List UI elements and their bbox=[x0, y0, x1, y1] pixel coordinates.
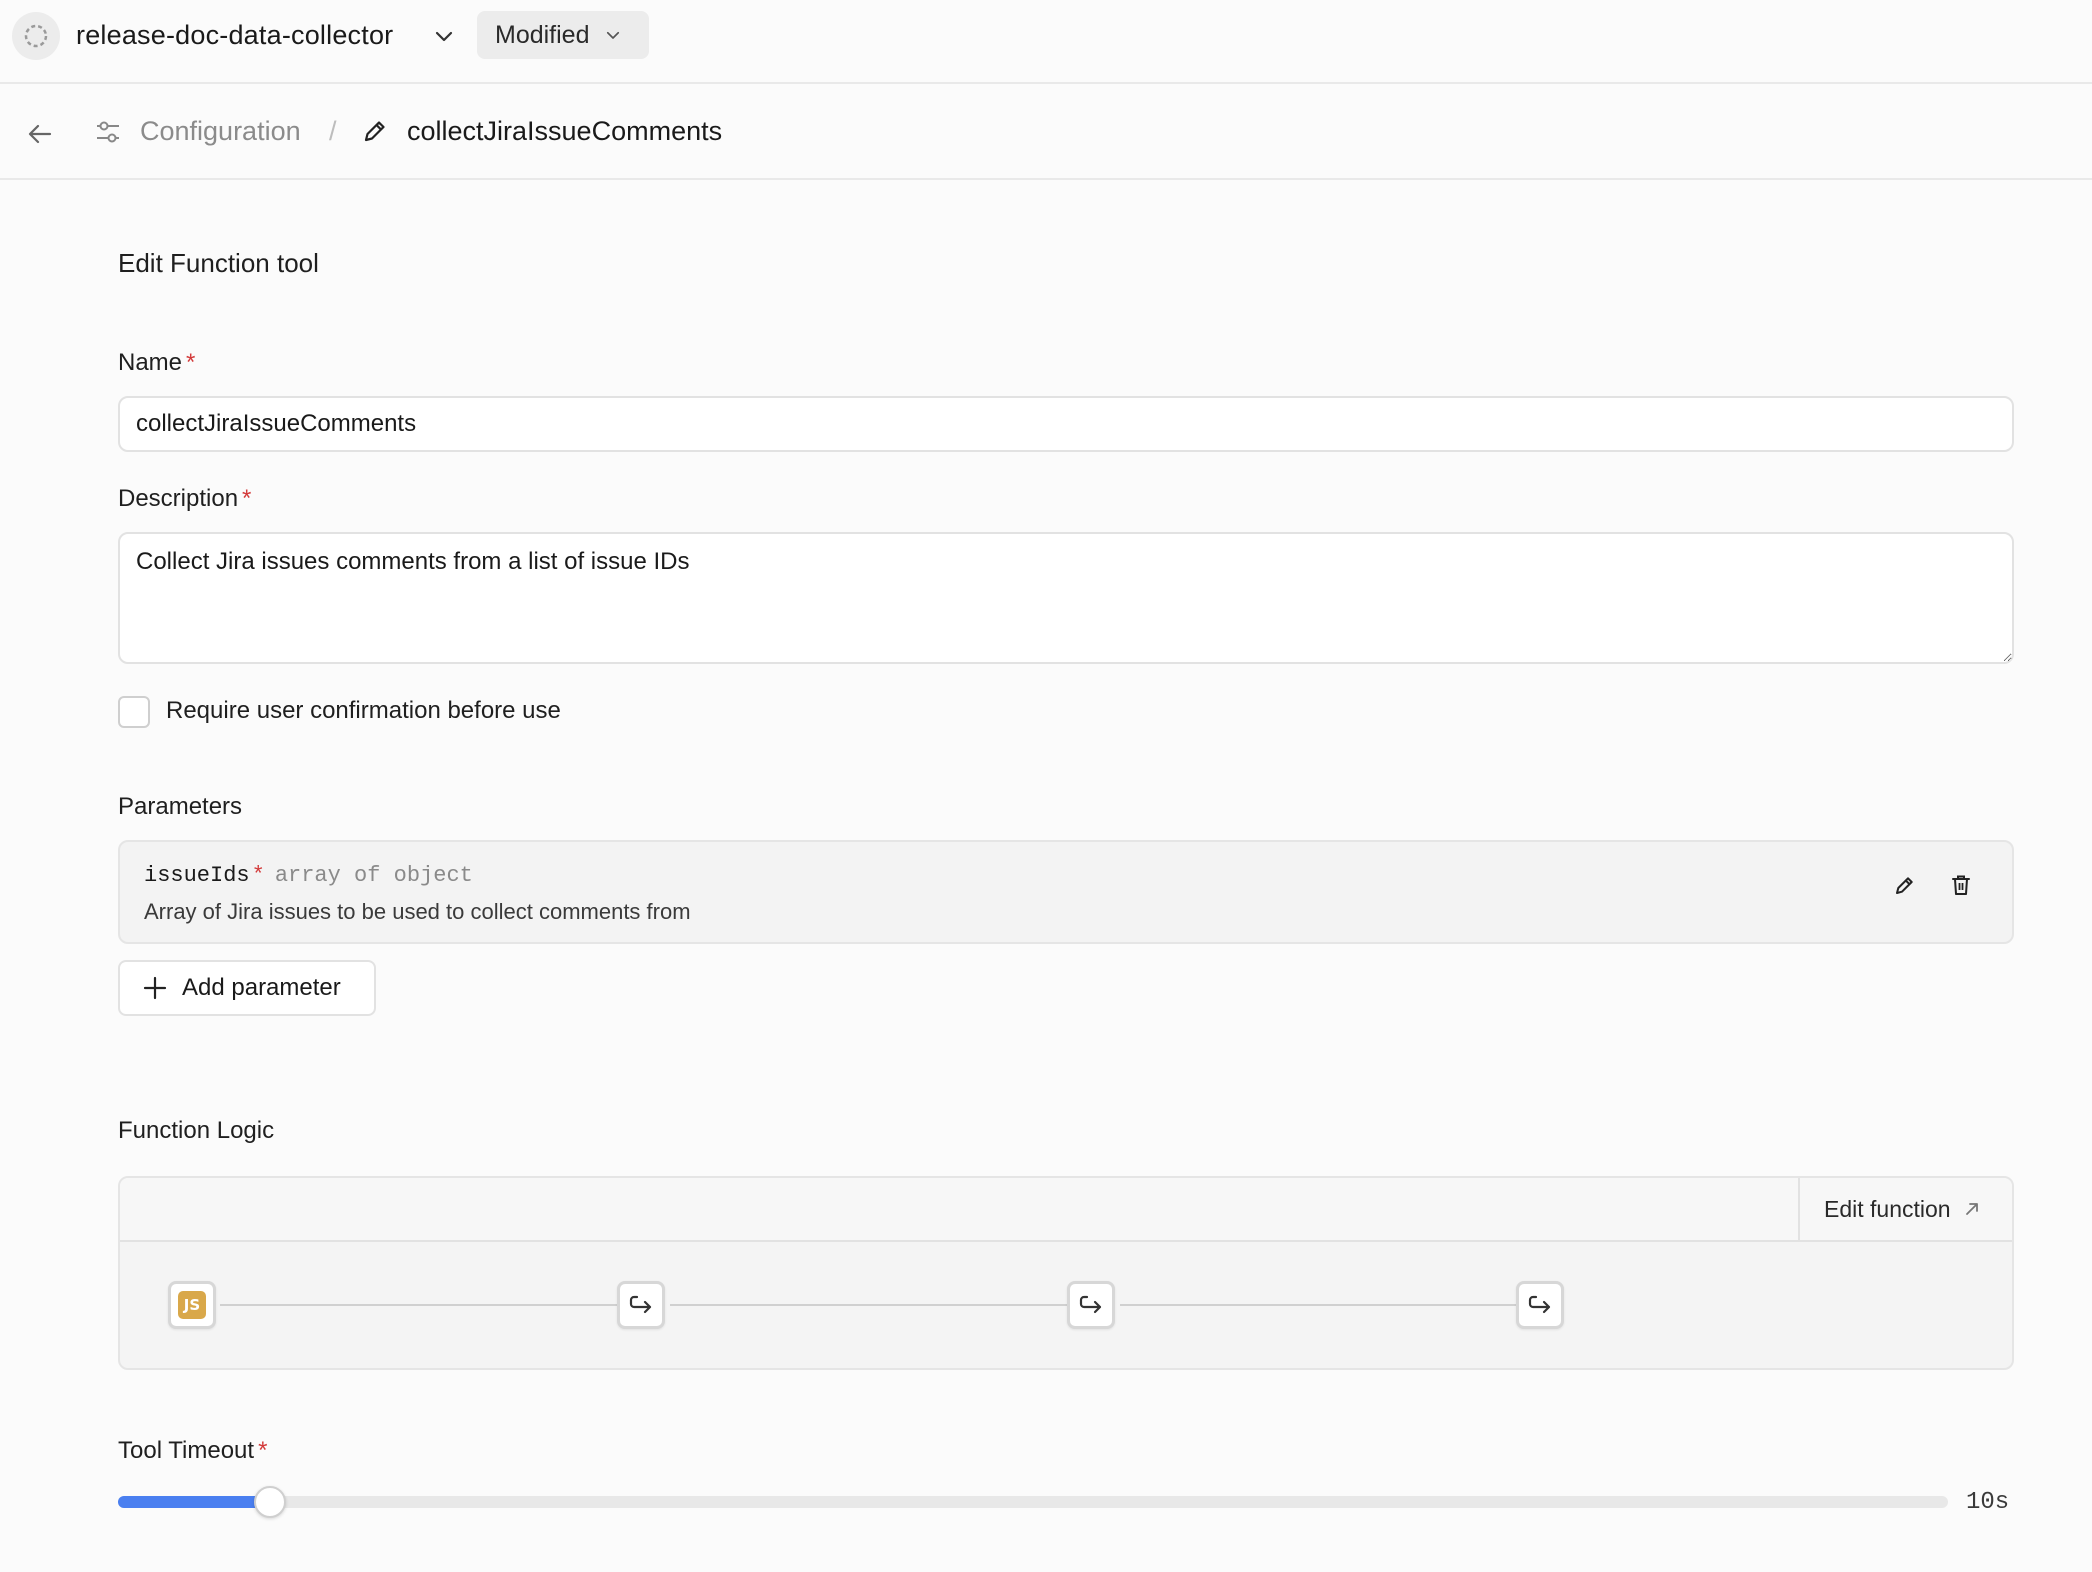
app-status-icon bbox=[12, 12, 60, 60]
return-node[interactable] bbox=[617, 1281, 665, 1329]
plus-icon bbox=[142, 975, 168, 1001]
return-icon bbox=[1077, 1291, 1105, 1319]
parameter-description: Array of Jira issues to be used to colle… bbox=[144, 899, 691, 924]
status-dropdown[interactable]: Modified bbox=[477, 11, 649, 59]
parameter-name: issueIds bbox=[144, 863, 250, 888]
required-marker: * bbox=[242, 485, 252, 512]
return-node[interactable] bbox=[1516, 1281, 1564, 1329]
name-label: Name * bbox=[118, 346, 195, 380]
flow-connector bbox=[1120, 1304, 1530, 1306]
parameter-type: array of object bbox=[274, 863, 473, 888]
name-input[interactable] bbox=[118, 396, 2014, 452]
parameter-row: issueIds* array of object Array of Jira i… bbox=[118, 840, 2014, 944]
name-label-text: Name bbox=[118, 349, 183, 376]
function-logic-panel: Edit function JS bbox=[118, 1176, 2014, 1370]
require-confirmation-checkbox[interactable] bbox=[118, 696, 150, 728]
edit-function-label: Edit function bbox=[1824, 1195, 1951, 1222]
required-marker: * bbox=[186, 349, 196, 376]
back-arrow-icon[interactable] bbox=[24, 118, 56, 150]
status-label: Modified bbox=[495, 20, 590, 49]
function-logic-title: Function Logic bbox=[118, 1117, 275, 1144]
pencil-icon[interactable] bbox=[1890, 870, 1920, 900]
breadcrumb-current: collectJiraIssueComments bbox=[407, 116, 723, 146]
parameter-signature: issueIds* array of object bbox=[144, 860, 473, 892]
flow-connector bbox=[220, 1304, 630, 1306]
tool-timeout-label: Tool Timeout * bbox=[118, 1434, 267, 1468]
breadcrumb-configuration-link[interactable]: Configuration bbox=[140, 112, 301, 150]
return-node[interactable] bbox=[1067, 1281, 1115, 1329]
chevron-down-icon[interactable] bbox=[432, 24, 456, 48]
pencil-icon bbox=[360, 116, 390, 146]
timeout-slider[interactable] bbox=[118, 1486, 1948, 1518]
description-label: Description * bbox=[118, 482, 251, 516]
require-confirmation-label: Require user confirmation before use bbox=[166, 697, 561, 724]
add-parameter-button[interactable]: Add parameter bbox=[118, 960, 376, 1016]
chevron-down-icon bbox=[604, 26, 622, 44]
parameters-title: Parameters bbox=[118, 793, 243, 820]
sliders-icon bbox=[94, 118, 122, 146]
description-textarea[interactable] bbox=[118, 532, 2014, 664]
timeout-slider-fill bbox=[118, 1496, 270, 1508]
required-marker: * bbox=[251, 863, 265, 888]
return-icon bbox=[1526, 1291, 1554, 1319]
return-icon bbox=[627, 1291, 655, 1319]
timeout-value: 10s bbox=[1966, 1489, 2010, 1516]
description-label-text: Description bbox=[118, 485, 239, 512]
page-title: Edit Function tool bbox=[118, 248, 319, 278]
js-icon: JS bbox=[178, 1291, 206, 1319]
top-bar: release-doc-data-collector Modified bbox=[0, 0, 2092, 84]
flow-connector bbox=[670, 1304, 1080, 1306]
app-name[interactable]: release-doc-data-collector bbox=[76, 16, 393, 54]
breadcrumb-separator: / bbox=[329, 116, 337, 146]
edit-function-button[interactable]: Edit function bbox=[1798, 1178, 2012, 1240]
trash-icon[interactable] bbox=[1946, 870, 1976, 900]
tool-timeout-label-text: Tool Timeout bbox=[118, 1437, 255, 1464]
js-node[interactable]: JS bbox=[168, 1281, 216, 1329]
external-link-icon bbox=[1963, 1200, 1981, 1218]
function-logic-header: Edit function bbox=[120, 1178, 2012, 1242]
breadcrumb: Configuration / collectJiraIssueComments bbox=[0, 84, 2092, 180]
timeout-slider-thumb[interactable] bbox=[253, 1486, 286, 1518]
add-parameter-label: Add parameter bbox=[182, 974, 341, 1001]
required-marker: * bbox=[258, 1437, 268, 1464]
